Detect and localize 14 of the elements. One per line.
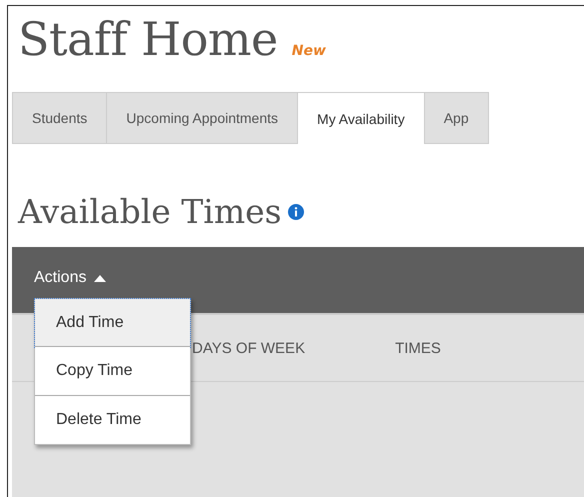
menu-item[interactable]: Delete Time (35, 396, 190, 444)
column-header: TIMES (395, 340, 441, 356)
tab[interactable]: Students (12, 92, 108, 144)
caret-icon (94, 274, 106, 282)
menu-item[interactable]: Copy Time (35, 347, 190, 396)
section-title: Available Times (18, 192, 282, 231)
actions-button[interactable]: Actions (34, 269, 106, 287)
tab[interactable]: Upcoming Appointments (106, 92, 298, 144)
menu-item[interactable]: Add Time (35, 299, 190, 347)
column-header: DAYS OF WEEK (192, 340, 306, 356)
new-label: New (292, 43, 326, 59)
info-icon[interactable] (288, 204, 304, 220)
page-title: Staff Home (18, 12, 278, 66)
tab[interactable]: App (424, 92, 489, 144)
